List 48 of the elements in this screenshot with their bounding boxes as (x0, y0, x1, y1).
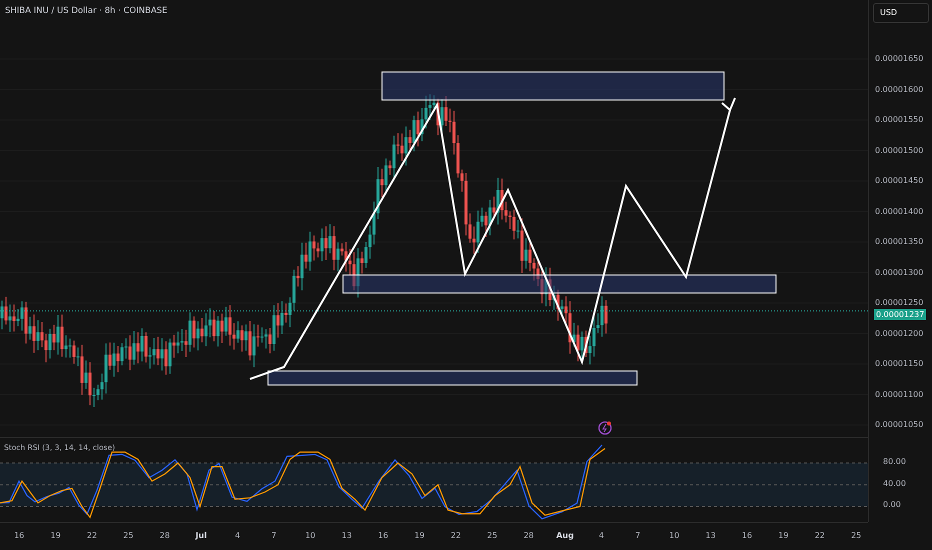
price-label: 0.00001200 (875, 328, 924, 338)
time-label: 13 (340, 530, 353, 542)
price-label: 0.00001400 (875, 206, 924, 216)
indicator-axis-label: 80.00 (882, 457, 907, 468)
chart-title: SHIBA INU / US Dollar · 8h · COINBASE (5, 6, 168, 16)
currency-button[interactable]: USD (873, 3, 929, 23)
time-label: 16 (740, 530, 754, 542)
time-label: 22 (814, 530, 826, 542)
time-label: 28 (522, 530, 535, 542)
lightning-icon[interactable] (598, 421, 612, 435)
time-label: 4 (234, 530, 242, 542)
zone-rectangle[interactable] (382, 72, 724, 100)
indicator-axis-label: 0.00 (882, 500, 902, 512)
time-label: 16 (13, 530, 26, 542)
price-label: 0.00001300 (875, 268, 924, 278)
price-label: 0.00001600 (875, 84, 924, 94)
price-label: 0.00001650 (875, 54, 924, 64)
time-label: 7 (634, 530, 642, 542)
time-label: 25 (850, 530, 862, 542)
time-label: 19 (777, 530, 790, 542)
time-label: 28 (158, 530, 171, 542)
price-label: 0.00001050 (875, 420, 924, 430)
price-label: 0.00001550 (875, 115, 924, 125)
price-label: 0.00001350 (875, 237, 924, 247)
price-label: 0.00001450 (875, 176, 924, 186)
time-label: 16 (377, 530, 390, 542)
time-label: Aug (555, 530, 575, 542)
zone-rectangle[interactable] (342, 274, 776, 294)
price-label: 0.00001150 (875, 359, 924, 369)
time-label: 22 (86, 530, 98, 542)
time-label: Jul (194, 530, 208, 542)
time-label: 10 (304, 530, 316, 542)
time-label: 13 (704, 530, 717, 542)
indicator-axis-label: 40.00 (882, 478, 907, 490)
time-label: 19 (49, 530, 62, 542)
time-label: 19 (413, 530, 426, 542)
price-label: 0.00001250 (875, 298, 924, 308)
time-label: 4 (598, 530, 605, 542)
projection-arrow[interactable] (250, 98, 736, 380)
price-label: 0.00001100 (875, 390, 924, 400)
price-label: 0.00001500 (875, 146, 924, 156)
zone-rectangle[interactable] (268, 370, 638, 386)
time-label: 7 (270, 530, 278, 542)
last-price-badge: 0.00001237 (874, 309, 926, 320)
time-label: 25 (122, 530, 134, 542)
time-label: 25 (486, 530, 498, 542)
time-label: 22 (450, 530, 462, 542)
time-label: 10 (668, 530, 680, 542)
